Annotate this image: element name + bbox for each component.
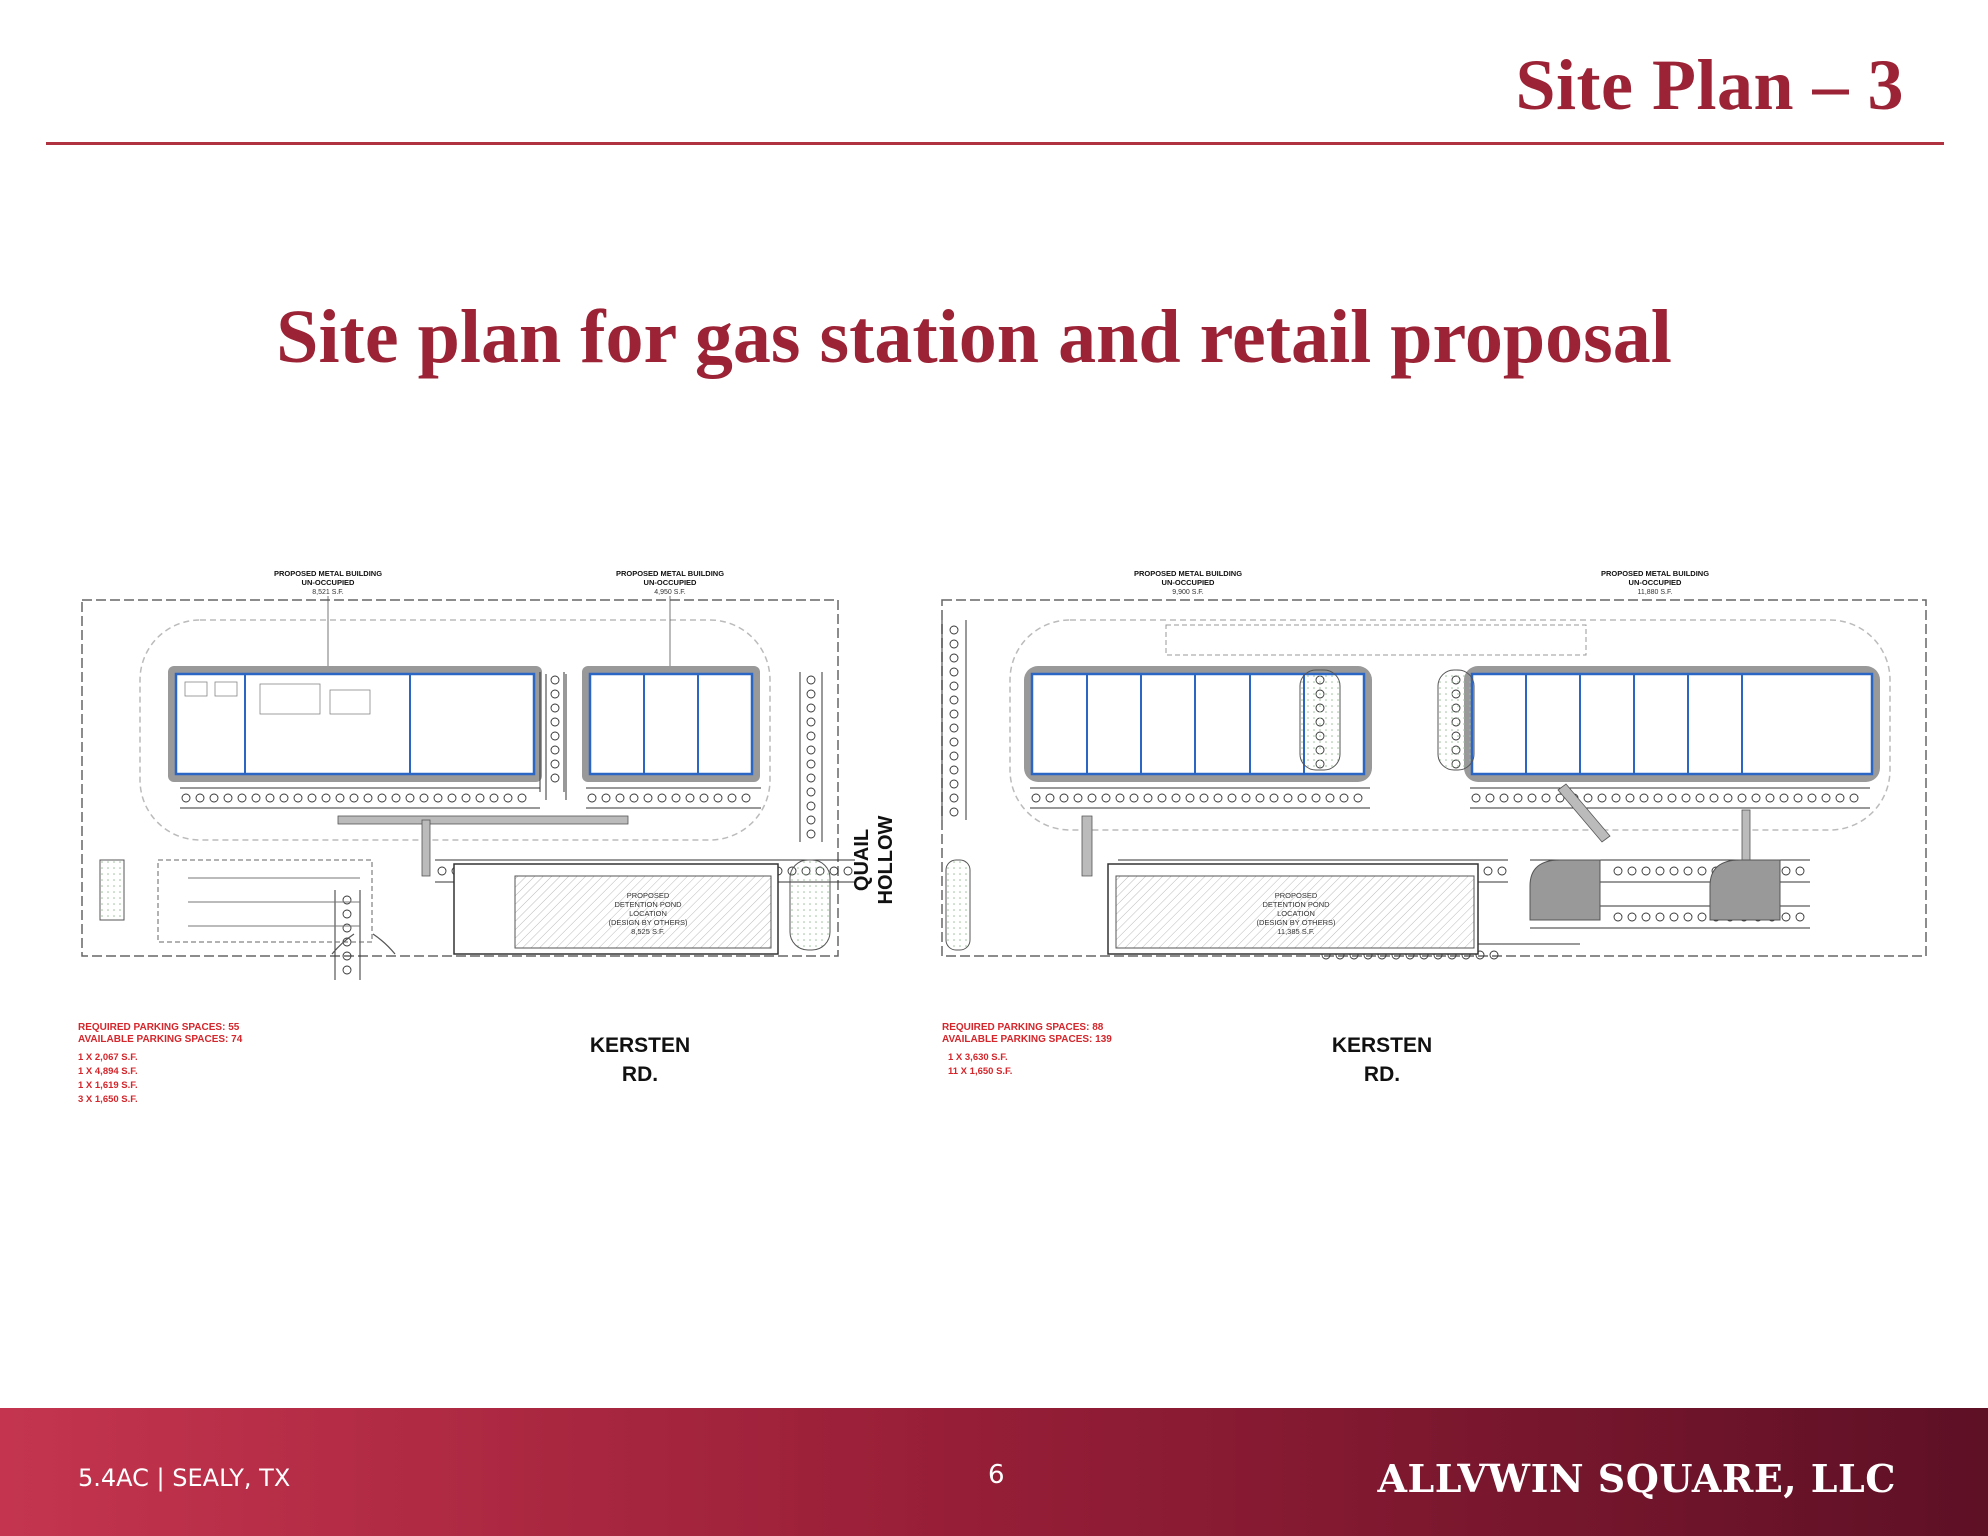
right-pond-label-3: LOCATION [1277, 909, 1315, 918]
right-building-1-title: PROPOSED METAL BUILDING [1134, 569, 1242, 578]
quail-hollow-line-2: HOLLOW [875, 815, 897, 904]
left-pond-label-4: (DESIGN BY OTHERS) [608, 918, 688, 927]
right-road-name-2: RD. [1364, 1063, 1400, 1086]
right-pond-label-2: DETENTION POND [1262, 900, 1330, 909]
page-number: 6 [988, 1460, 1005, 1490]
footer-bar: 5.4AC | SEALY, TX 6 ALLVWIN SQUARE, LLC [0, 1408, 1988, 1536]
left-building-2-status: UN-OCCUPIED [644, 578, 698, 587]
left-building-2-area: 4,950 S.F. [654, 589, 686, 596]
right-road-name-1: KERSTEN [1332, 1034, 1432, 1057]
header-divider [46, 142, 1944, 145]
right-building-2-title: PROPOSED METAL BUILDING [1601, 569, 1709, 578]
right-unit-1: 1 X 3,630 S.F. [948, 1052, 1008, 1063]
right-building-1-area: 9,900 S.F. [1172, 589, 1204, 596]
left-unit-3: 1 X 1,619 S.F. [78, 1080, 138, 1091]
right-site-plan: PROPOSED METAL BUILDING UN-OCCUPIED 9,90… [941, 569, 1927, 1086]
page-title: Site Plan – 3 [1515, 45, 1904, 125]
left-unit-2: 1 X 4,894 S.F. [78, 1066, 138, 1077]
left-road-name-2: RD. [622, 1063, 658, 1086]
left-unit-1: 1 X 2,067 S.F. [78, 1052, 138, 1063]
quail-hollow-label: QUAIL HOLLOW [851, 815, 897, 904]
left-unit-4: 3 X 1,650 S.F. [78, 1094, 138, 1105]
left-pond-area: 8,525 S.F. [631, 927, 665, 936]
right-pond-area: 11,385 S.F. [1277, 927, 1314, 936]
left-building-2-title: PROPOSED METAL BUILDING [616, 569, 724, 578]
slide-subtitle: Site plan for gas station and retail pro… [276, 295, 1672, 379]
company-name: ALLVWIN SQUARE, LLC [1377, 1456, 1896, 1501]
left-building-1-status: UN-OCCUPIED [302, 578, 356, 587]
right-pond-label-1: PROPOSED [1275, 891, 1318, 900]
left-available-parking: AVAILABLE PARKING SPACES: 74 [78, 1034, 243, 1045]
left-building-1-area: 8,521 S.F. [312, 589, 344, 596]
site-plan-drawing: PROPOSED METAL BUILDING UN-OCCUPIED 8,52… [78, 569, 1927, 1105]
quail-hollow-line-1: QUAIL [851, 829, 873, 891]
footer-location: 5.4AC | SEALY, TX [78, 1464, 291, 1492]
right-required-parking: REQUIRED PARKING SPACES: 88 [942, 1022, 1104, 1033]
left-pond-label-1: PROPOSED [627, 891, 670, 900]
left-required-parking: REQUIRED PARKING SPACES: 55 [78, 1022, 240, 1033]
left-site-plan: PROPOSED METAL BUILDING UN-OCCUPIED 8,52… [78, 569, 855, 1105]
left-road-name-1: KERSTEN [590, 1034, 690, 1057]
right-pond-label-4: (DESIGN BY OTHERS) [1256, 918, 1336, 927]
left-pond-label-3: LOCATION [629, 909, 667, 918]
right-available-parking: AVAILABLE PARKING SPACES: 139 [942, 1034, 1112, 1045]
left-fuel-canopy [157, 859, 373, 943]
right-unit-2: 11 X 1,650 S.F. [948, 1066, 1012, 1077]
left-building-1-title: PROPOSED METAL BUILDING [274, 569, 382, 578]
right-building-2-status: UN-OCCUPIED [1629, 578, 1683, 587]
right-building-2-area: 11,880 S.F. [1638, 589, 1673, 596]
left-pond-label-2: DETENTION POND [614, 900, 682, 909]
right-building-1-status: UN-OCCUPIED [1162, 578, 1216, 587]
